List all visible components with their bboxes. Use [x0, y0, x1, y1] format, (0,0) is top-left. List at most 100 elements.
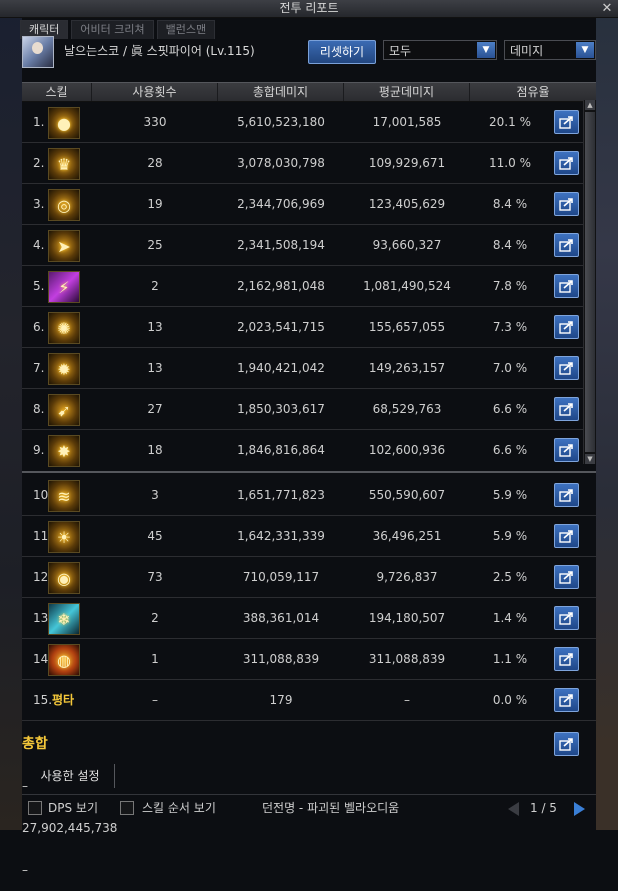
reset-button[interactable]: 리셋하기	[308, 40, 376, 64]
row-count: 18	[147, 443, 163, 457]
row-average-damage: 93,660,327	[372, 238, 442, 252]
table-row: 4. ➤ 25 2,341,508,194 93,660,327 8.4 %	[22, 225, 596, 266]
table-row: 14. ◍ 1 311,088,839 311,088,839 1.1 %	[22, 639, 596, 680]
dps-checkbox[interactable]	[28, 801, 42, 815]
share-icon	[559, 738, 573, 751]
share-button[interactable]	[554, 397, 579, 421]
share-icon	[559, 198, 573, 211]
row-rank: 4.	[33, 238, 45, 252]
row-total-damage: 2,341,508,194	[237, 238, 325, 252]
share-button[interactable]	[554, 732, 579, 756]
row-count: –	[152, 693, 158, 707]
share-button[interactable]	[554, 233, 579, 257]
share-button[interactable]	[554, 438, 579, 462]
row-average-damage: 9,726,837	[376, 570, 438, 584]
row-average-damage: 1,081,490,524	[363, 279, 451, 293]
row-total-damage: 710,059,117	[242, 570, 320, 584]
row-count: 45	[147, 529, 163, 543]
next-page-icon[interactable]	[574, 802, 585, 816]
share-button[interactable]	[554, 192, 579, 216]
close-icon[interactable]: ✕	[600, 0, 614, 17]
grenade-skill-icon: ●	[48, 107, 80, 139]
row-rank: 1.	[33, 115, 45, 129]
share-button[interactable]	[554, 315, 579, 339]
table-row: 1. ● 330 5,610,523,180 17,001,585 20.1 %	[22, 102, 596, 143]
purple-strike-skill-icon: ⚡	[48, 271, 80, 303]
row-average-damage: 311,088,839	[368, 652, 446, 666]
row-count: 3	[151, 488, 159, 502]
scrollbar-thumb[interactable]	[585, 112, 595, 452]
chevron-down-icon[interactable]: ▼	[477, 42, 495, 58]
row-total-damage: 1,846,816,864	[237, 443, 325, 457]
row-count: 13	[147, 320, 163, 334]
combat-report-window: 전투 리포트 ✕ 캐릭터 어비터 크리쳐 밸런스맨 날으는스코 / 眞 스핏파이…	[0, 0, 618, 877]
table-row: 8. ➹ 27 1,850,303,617 68,529,763 6.6 %	[22, 389, 596, 430]
row-count: 13	[147, 361, 163, 375]
share-icon	[559, 530, 573, 543]
scroll-down-icon[interactable]: ▼	[585, 454, 595, 464]
share-button[interactable]	[554, 647, 579, 671]
row-share: 20.1 %	[489, 115, 531, 129]
column-header-average: 평균데미지	[344, 83, 470, 101]
dps-label: DPS 보기	[48, 801, 98, 815]
row-total-damage: 1,940,421,042	[237, 361, 325, 375]
share-icon	[559, 116, 573, 129]
share-button[interactable]	[554, 274, 579, 298]
table-row: 2. ♛ 28 3,078,030,798 109,929,671 11.0 %	[22, 143, 596, 184]
row-count: 1	[151, 652, 159, 666]
row-count: 2	[151, 279, 159, 293]
used-settings-tab[interactable]: 사용한 설정	[26, 764, 115, 788]
crown-blast-skill-icon: ♛	[48, 148, 80, 180]
share-button[interactable]	[554, 110, 579, 134]
row-total-damage: 1,850,303,617	[237, 402, 325, 416]
target-filter-select[interactable]: 모두 ▼	[383, 40, 497, 60]
share-button[interactable]	[554, 606, 579, 630]
share-button[interactable]	[554, 688, 579, 712]
column-header-count: 사용횟수	[92, 83, 218, 101]
row-total-damage: 5,610,523,180	[237, 115, 325, 129]
row-average-damage: 102,600,936	[368, 443, 446, 457]
ice-shard-skill-icon: ❄	[48, 603, 80, 635]
prev-page-icon[interactable]	[508, 802, 519, 816]
row-average-damage: 36,496,251	[372, 529, 442, 543]
row-share: 1.1 %	[492, 652, 528, 666]
skill-order-checkbox[interactable]	[120, 801, 134, 815]
row-rank: 5.	[33, 279, 45, 293]
rocket-skill-icon: ➹	[48, 394, 80, 426]
row-average-damage: 149,263,157	[368, 361, 446, 375]
row-share: 0.0 %	[492, 693, 528, 707]
row-rank: 6.	[33, 320, 45, 334]
share-button[interactable]	[554, 483, 579, 507]
footer-bar: DPS 보기 스킬 순서 보기 던전명 - 파괴된 벨라오디움 1 / 5	[22, 798, 598, 820]
table-row: 9. ✸ 18 1,846,816,864 102,600,936 6.6 %	[22, 430, 596, 471]
metric-filter-select[interactable]: 데미지 ▼	[504, 40, 596, 60]
barrage-skill-icon: ≋	[48, 480, 80, 512]
share-button[interactable]	[554, 524, 579, 548]
row-share: 6.6 %	[492, 443, 528, 457]
star-burst-skill-icon: ✸	[48, 435, 80, 467]
row-total-damage: 1,642,331,339	[237, 529, 325, 543]
row-count: 25	[147, 238, 163, 252]
row-share: 8.4 %	[492, 238, 528, 252]
dungeon-name: 던전명 - 파괴된 벨라오디움	[262, 801, 400, 815]
table-row: 5. ⚡ 2 2,162,981,048 1,081,490,524 7.8 %	[22, 266, 596, 307]
row-share: 7.3 %	[492, 320, 528, 334]
share-button[interactable]	[554, 151, 579, 175]
row-share: 11.0 %	[489, 156, 531, 170]
divider	[22, 794, 596, 795]
row-total-damage: 3,078,030,798	[237, 156, 325, 170]
row-average-damage: 550,590,607	[368, 488, 446, 502]
total-label: 총합	[22, 736, 48, 752]
row-count: 73	[147, 570, 163, 584]
share-button[interactable]	[554, 356, 579, 380]
row-total-damage: 2,162,981,048	[237, 279, 325, 293]
scrollbar[interactable]: ▲ ▼	[583, 100, 596, 464]
explosion-skill-icon: ✹	[48, 353, 80, 385]
grenade-toss-skill-icon: ◉	[48, 562, 80, 594]
window-titlebar[interactable]: 전투 리포트 ✕	[0, 0, 618, 18]
chevron-down-icon[interactable]: ▼	[576, 42, 594, 58]
share-button[interactable]	[554, 565, 579, 589]
scroll-up-icon[interactable]: ▲	[585, 100, 595, 110]
table-row: 12. ◉ 73 710,059,117 9,726,837 2.5 %	[22, 557, 596, 598]
row-divider	[22, 471, 596, 473]
